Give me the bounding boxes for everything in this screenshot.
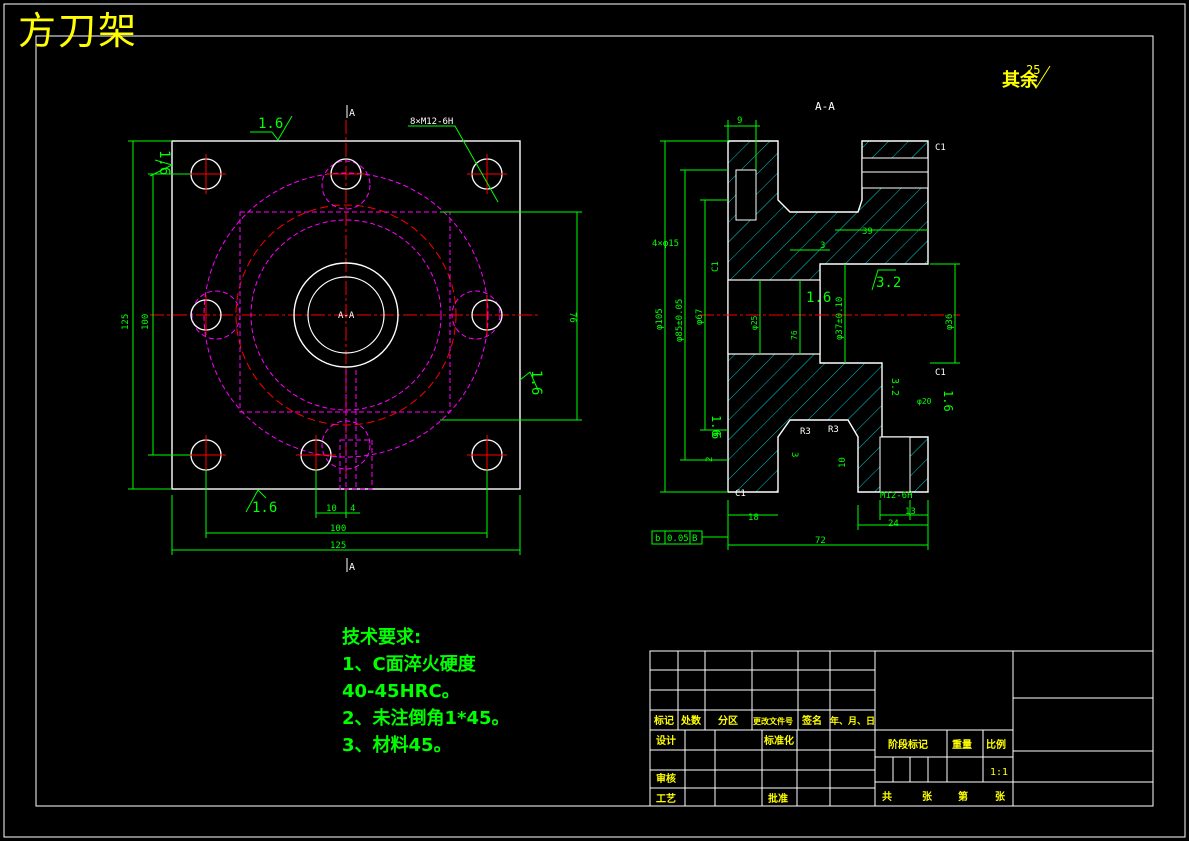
front-view: A A A-A 8×M12-6H 1.6 1.6 1.6 1.6 125 100… bbox=[121, 105, 582, 573]
tb-process: 工艺 bbox=[656, 792, 676, 805]
dim-width-outer: 125 bbox=[330, 541, 346, 551]
dim-4x15: 4×φ15 bbox=[652, 239, 679, 249]
chamfer-bottom: C1 bbox=[735, 489, 746, 499]
tech-line-4: 3、材料45。 bbox=[342, 735, 452, 756]
dim-c1-left: C1 bbox=[711, 261, 721, 272]
tech-line-1: 1、C面淬火硬度 bbox=[342, 654, 476, 675]
tb-scale-val: 1:1 bbox=[990, 767, 1008, 778]
roughness-bottom: 1.6 bbox=[252, 500, 277, 516]
dim-phi105: φ105 bbox=[655, 308, 665, 330]
drawing-title: 方刀架 bbox=[18, 9, 139, 53]
dim-4: 4 bbox=[350, 504, 355, 514]
tech-line-3: 2、未注倒角1*45。 bbox=[342, 708, 510, 729]
roughness-16c: 1.6 bbox=[709, 415, 723, 437]
tb-page: 第 bbox=[958, 790, 968, 803]
dim-13: 13 bbox=[905, 507, 916, 517]
dim-10-sec: 10 bbox=[838, 457, 848, 468]
tb-stage: 阶段标记 bbox=[888, 738, 928, 751]
dim-width-inner: 100 bbox=[330, 524, 346, 534]
tb-approve: 批准 bbox=[768, 792, 788, 805]
outer-frame bbox=[3, 3, 1186, 838]
dim-3b: 3 bbox=[789, 452, 799, 457]
tb-page-end: 张 bbox=[995, 790, 1006, 803]
center-label: A-A bbox=[338, 311, 355, 321]
tb-standard: 标准化 bbox=[763, 734, 794, 747]
thread-m12: M12-6H bbox=[880, 491, 913, 501]
tb-weight: 重量 bbox=[952, 738, 972, 751]
tb-r4: 更改文件号 bbox=[753, 716, 793, 726]
dim-39: 39 bbox=[862, 227, 873, 237]
roughness-32b: 3.2 bbox=[889, 378, 900, 396]
dim-10: 10 bbox=[326, 504, 337, 514]
roughness-16b: 1.6 bbox=[941, 390, 955, 412]
inner-frame bbox=[35, 35, 1154, 807]
section-mark-bottom: A bbox=[349, 562, 355, 573]
roughness-16: 1.6 bbox=[806, 290, 831, 306]
tb-sheets: 张 bbox=[922, 790, 933, 803]
tb-scale: 比例 bbox=[986, 738, 1006, 751]
tb-r6: 年、月、日 bbox=[830, 715, 875, 727]
tb-r3: 分区 bbox=[718, 714, 738, 727]
tb-design: 设计 bbox=[656, 734, 676, 747]
dim-9: 9 bbox=[737, 116, 742, 126]
dim-phi36: φ36 bbox=[945, 314, 955, 330]
dim-76: 76 bbox=[790, 330, 799, 340]
tech-requirements: 技术要求: 1、C面淬火硬度 40-45HRC。 2、未注倒角1*45。 3、材… bbox=[342, 624, 510, 759]
section-label: A-A bbox=[815, 100, 835, 113]
r3a: R3 bbox=[800, 427, 811, 437]
tb-r1: 标记 bbox=[653, 714, 674, 727]
tb-total: 共 bbox=[882, 790, 892, 803]
dim-3: 3 bbox=[820, 241, 825, 251]
tech-heading: 技术要求: bbox=[342, 627, 422, 648]
dim-phi67: φ67 bbox=[695, 309, 705, 325]
dim-phi25: φ25 bbox=[750, 315, 759, 330]
dim-height-inner: 100 bbox=[141, 314, 151, 330]
dim-24: 24 bbox=[888, 519, 899, 529]
dim-18: 18 bbox=[748, 513, 759, 523]
tolerance-ref: B bbox=[692, 534, 697, 544]
chamfer-top: C1 bbox=[935, 143, 946, 153]
dim-phi20: φ20 bbox=[917, 397, 932, 406]
tb-r2: 处数 bbox=[680, 714, 702, 727]
tech-line-2: 40-45HRC。 bbox=[342, 681, 460, 702]
dim-right: 76 bbox=[567, 312, 577, 323]
roughness-top: 1.6 bbox=[258, 116, 283, 132]
chamfer-mid: C1 bbox=[935, 368, 946, 378]
surface-note-value: 25 bbox=[1026, 63, 1040, 77]
dim-phi37: φ37±0.10 bbox=[835, 297, 845, 340]
drawing-sheet: 其余 25 A A A-A 8×M12-6H 1.6 1.6 1.6 1.6 1… bbox=[3, 3, 1186, 838]
section-mark-top: A bbox=[349, 108, 355, 119]
title-block bbox=[649, 650, 1154, 807]
tb-review: 审核 bbox=[656, 772, 676, 785]
tolerance-b: b bbox=[655, 534, 660, 544]
roughness-32a: 3.2 bbox=[876, 275, 901, 291]
tolerance-val: 0.05 bbox=[667, 534, 689, 544]
section-view: A-A 9 C1 C1 C1 39 3 4×φ15 C1 φ105 φ85±0.… bbox=[651, 100, 960, 550]
dim-phi85: φ85±0.05 bbox=[675, 299, 685, 342]
r3b: R3 bbox=[828, 425, 839, 435]
tb-r5: 签名 bbox=[801, 714, 822, 727]
dim-72: 72 bbox=[815, 536, 826, 546]
dim-2: 2 bbox=[705, 457, 715, 462]
dim-height-outer: 125 bbox=[121, 314, 131, 330]
